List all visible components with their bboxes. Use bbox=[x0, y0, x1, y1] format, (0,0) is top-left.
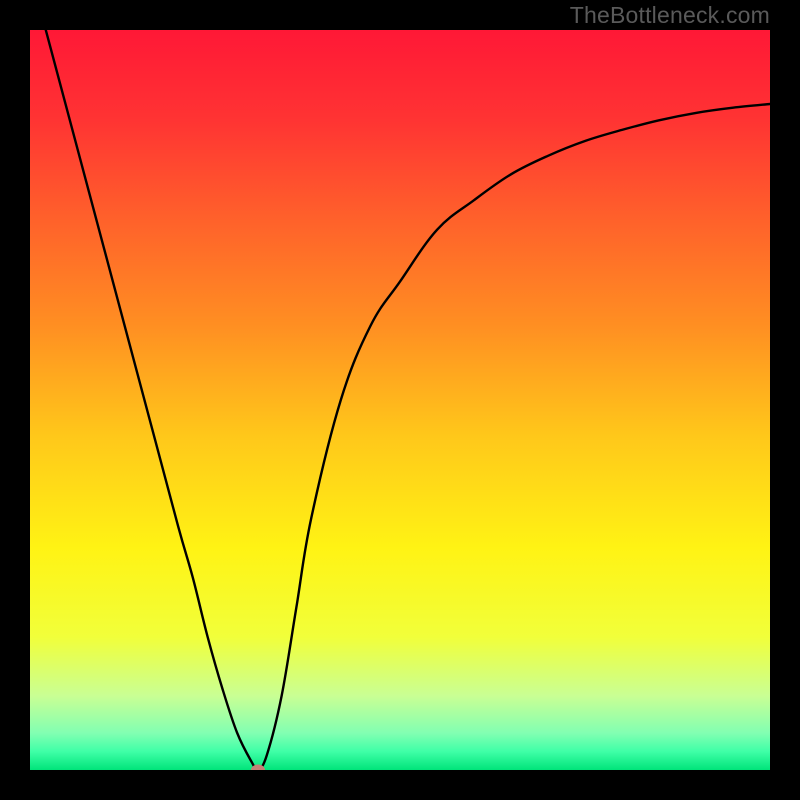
watermark-text: TheBottleneck.com bbox=[570, 2, 770, 29]
chart-container: TheBottleneck.com bbox=[0, 0, 800, 800]
plot-area bbox=[30, 30, 770, 770]
optimal-point-marker bbox=[251, 765, 265, 771]
bottleneck-curve bbox=[30, 30, 770, 770]
curve-layer bbox=[30, 30, 770, 770]
